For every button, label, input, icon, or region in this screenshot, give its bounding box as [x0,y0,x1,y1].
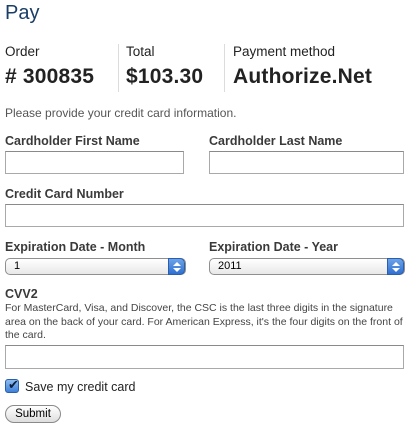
payment-method-column: Payment method Authorize.Net [233,44,372,92]
payment-method-label: Payment method [233,44,336,59]
save-card-label[interactable]: Save my credit card [25,380,135,394]
order-summary: Order # 300835 Total $103.30 Payment met… [5,44,410,92]
cvv-field[interactable] [5,345,404,369]
summary-divider [224,44,225,92]
select-stepper-icon [168,258,185,275]
summary-divider [118,44,119,92]
last-name-field[interactable] [209,151,404,174]
first-name-label: Cardholder First Name [5,134,140,148]
exp-month-select[interactable]: 1 [5,258,186,275]
select-stepper-icon [387,258,404,275]
checkmark-icon: ✔ [8,377,19,392]
exp-year-select[interactable]: 2011 [209,258,405,275]
save-card-checkbox[interactable]: ✔ [5,377,19,393]
form-intro: Please provide your credit card informat… [5,106,237,120]
first-name-field[interactable] [5,151,184,174]
exp-month-value: 1 [14,260,21,272]
page-title: Pay [5,2,40,24]
submit-button[interactable]: Submit [5,405,61,423]
total-amount: $103.30 [126,65,204,88]
order-column: Order # 300835 [5,44,94,92]
card-number-label: Credit Card Number [5,187,124,201]
exp-year-value: 2011 [218,260,242,272]
cvv-label: CVV2 [5,287,38,301]
total-column: Total $103.30 [126,44,203,92]
card-number-field[interactable] [5,204,404,227]
cvv-help-text: For MasterCard, Visa, and Discover, the … [5,302,403,341]
total-label: Total [126,44,155,59]
order-label: Order [5,44,40,59]
exp-month-label: Expiration Date - Month [5,240,146,254]
exp-year-label: Expiration Date - Year [209,240,338,254]
order-number: # 300835 [5,65,95,88]
payment-method-value: Authorize.Net [233,65,373,88]
last-name-label: Cardholder Last Name [209,134,343,148]
